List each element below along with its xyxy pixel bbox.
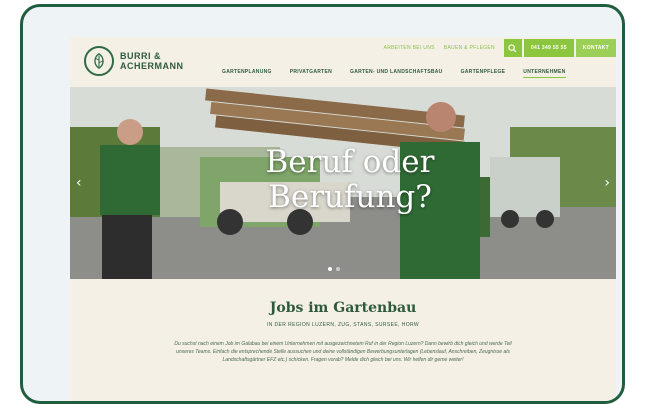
logo-text: BURRI & ACHERMANN — [120, 51, 184, 71]
slider-dot[interactable] — [328, 267, 332, 271]
leaf-circle-icon — [84, 46, 114, 76]
hero-title-line-2: Berufung? — [268, 179, 432, 215]
main-nav: GARTENPLANUNG PRIVATGARTEN GARTEN- UND L… — [222, 69, 584, 78]
nav-item-landschaftsbau[interactable]: GARTEN- UND LANDSCHAFTSBAU — [350, 69, 443, 78]
search-icon — [508, 43, 517, 53]
nav-item-gartenpflege[interactable]: GARTENPFLEGE — [461, 69, 506, 78]
hero-title: Beruf oder Berufung? — [240, 145, 460, 215]
phone-button[interactable]: 041 349 55 55 — [523, 39, 574, 57]
jobs-text: Du suchst nach einem Job im Galabau bei … — [174, 341, 512, 363]
site-header: BURRI & ACHERMANN ARBEITEN BEI UNS BAUEN… — [70, 37, 616, 87]
logo-line-2: ACHERMANN — [120, 61, 184, 71]
jobs-subtitle: IN DER REGION LUZERN, ZUG, STANS, SURSEE… — [266, 322, 420, 328]
slider-dots — [328, 267, 344, 271]
website: BURRI & ACHERMANN ARBEITEN BEI UNS BAUEN… — [70, 37, 616, 401]
utility-link-jobs[interactable]: ARBEITEN BEI UNS — [384, 45, 435, 51]
jobs-title: Jobs im Gartenbau — [269, 300, 417, 316]
nav-item-privatgarten[interactable]: PRIVATGARTEN — [290, 69, 332, 78]
utility-bar: ARBEITEN BEI UNS BAUEN & PFLEGEN 041 349… — [384, 39, 616, 57]
logo[interactable]: BURRI & ACHERMANN — [84, 46, 184, 76]
search-button[interactable] — [503, 39, 522, 57]
utility-link-build[interactable]: BAUEN & PFLEGEN — [444, 45, 495, 51]
hero-slider[interactable]: Beruf oder Berufung? ‹ › — [70, 87, 616, 279]
logo-line-1: BURRI & — [120, 51, 161, 61]
contact-button[interactable]: KONTAKT — [575, 39, 616, 57]
slider-dot[interactable] — [336, 267, 340, 271]
nav-item-gartenplanung[interactable]: GARTENPLANUNG — [222, 69, 272, 78]
nav-item-unternehmen[interactable]: UNTERNEHMEN — [523, 69, 566, 78]
chevron-right-icon[interactable]: › — [604, 175, 610, 191]
hero-title-line-1: Beruf oder — [265, 144, 435, 180]
tablet-frame: BURRI & ACHERMANN ARBEITEN BEI UNS BAUEN… — [20, 4, 625, 404]
chevron-left-icon[interactable]: ‹ — [76, 175, 82, 191]
